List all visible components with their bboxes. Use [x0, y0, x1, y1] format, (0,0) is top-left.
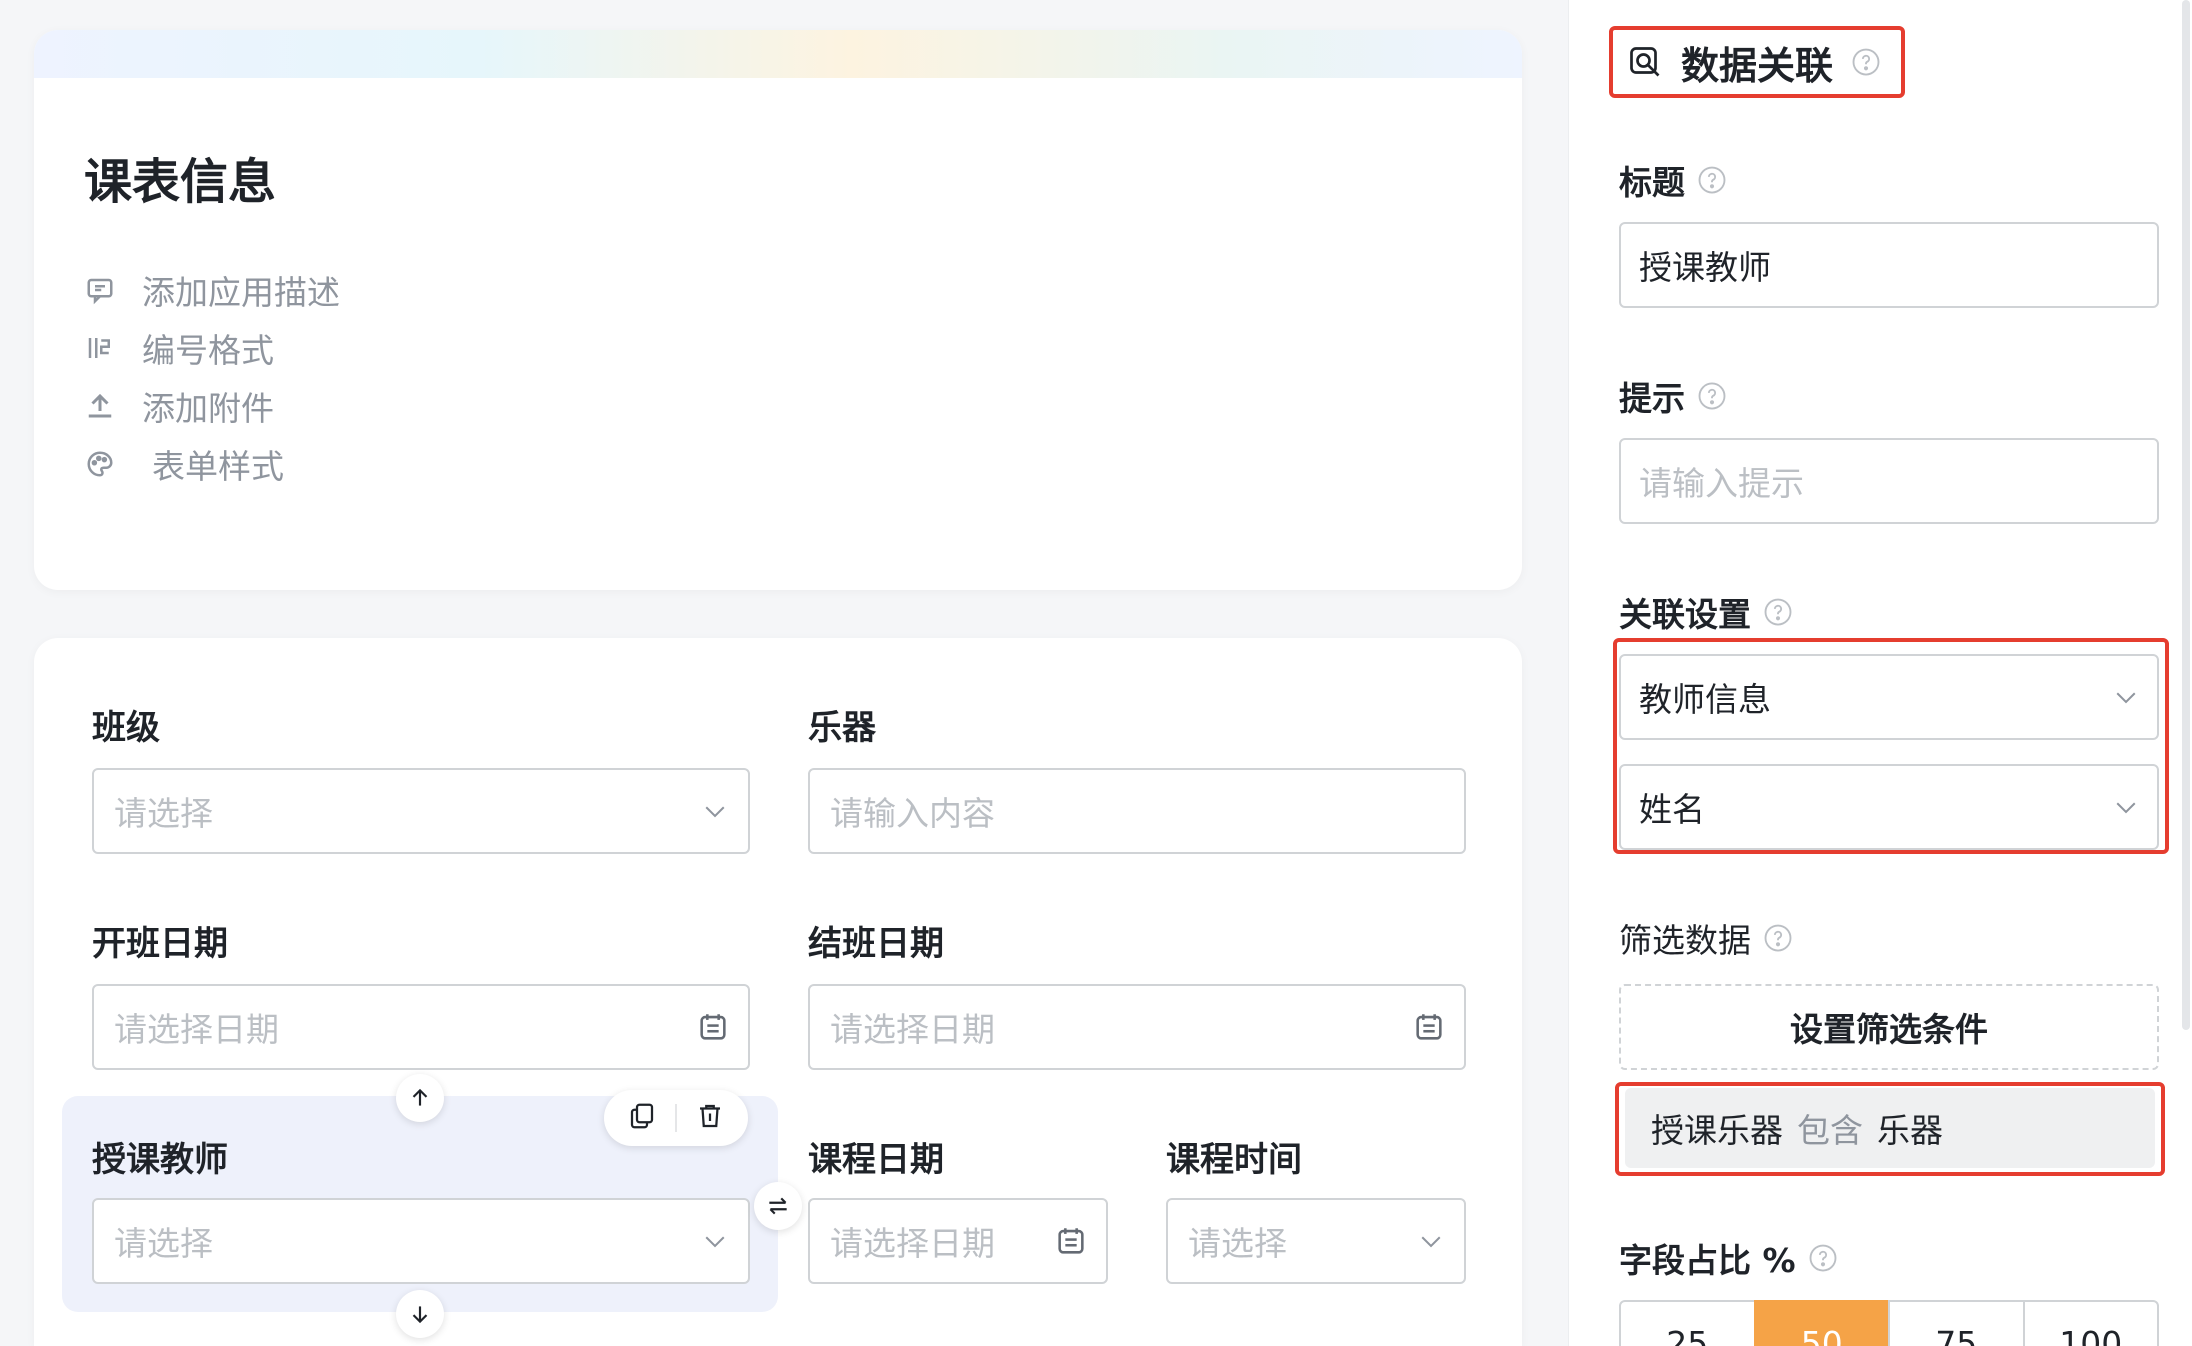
- form-header-card: 课表信息 添加应用描述 编号格式 添加附件 表单样式: [34, 30, 1522, 590]
- help-icon[interactable]: [1763, 923, 1793, 953]
- title-field-label: 标题: [1619, 156, 1727, 204]
- end-date-placeholder: 请选择日期: [830, 1010, 995, 1049]
- course-date-placeholder: 请选择日期: [830, 1224, 995, 1263]
- help-icon[interactable]: [1808, 1243, 1838, 1273]
- ratio-field-label: 字段占比 %: [1619, 1234, 1838, 1282]
- help-icon[interactable]: [1697, 381, 1727, 411]
- start-date-picker[interactable]: 请选择日期: [92, 984, 750, 1070]
- end-date-picker[interactable]: 请选择日期: [808, 984, 1466, 1070]
- ratio-option-50[interactable]: 50: [1753, 1300, 1890, 1346]
- ratio-segmented-control: 25 50 75 100: [1619, 1300, 2159, 1346]
- title-label-text: 标题: [1619, 163, 1685, 202]
- ratio-option-100[interactable]: 100: [2022, 1300, 2159, 1346]
- swap-icon: [769, 1197, 787, 1215]
- calendar-icon: [1054, 1224, 1088, 1258]
- start-date-placeholder: 请选择日期: [114, 1010, 279, 1049]
- field-toolbar: [604, 1090, 748, 1146]
- relation-table-value: 教师信息: [1639, 680, 1771, 719]
- hint-input[interactable]: 请输入提示: [1619, 438, 2159, 524]
- add-attachment-label: 添加附件: [142, 389, 274, 428]
- move-down-button[interactable]: [396, 1290, 444, 1338]
- set-filter-button[interactable]: 设置筛选条件: [1619, 984, 2159, 1070]
- comment-icon: [84, 274, 116, 306]
- toolbar-divider: [675, 1104, 677, 1132]
- course-time-placeholder: 请选择: [1188, 1224, 1287, 1263]
- course-date-label: 课程日期: [808, 1140, 944, 1180]
- condition-field: 授课乐器: [1651, 1111, 1783, 1150]
- panel-scrollbar[interactable]: [2182, 0, 2190, 1030]
- class-select[interactable]: 请选择: [92, 768, 750, 854]
- course-date-picker[interactable]: 请选择日期: [808, 1198, 1108, 1284]
- teacher-select[interactable]: 请选择: [92, 1198, 750, 1284]
- end-date-label: 结班日期: [808, 924, 944, 964]
- chevron-down-icon: [2111, 792, 2141, 822]
- filter-field-label: 筛选数据: [1619, 914, 1793, 962]
- title-input-value: 授课教师: [1639, 248, 1771, 287]
- numbering-format-item[interactable]: 编号格式: [84, 324, 274, 372]
- calendar-icon: [1412, 1010, 1446, 1044]
- relation-field-value: 姓名: [1639, 790, 1705, 829]
- calendar-icon: [696, 1010, 730, 1044]
- add-description-label: 添加应用描述: [142, 273, 340, 312]
- add-description-item[interactable]: 添加应用描述: [84, 266, 340, 314]
- arrow-up-icon: [412, 1088, 428, 1106]
- condition-value: 乐器: [1877, 1111, 1943, 1150]
- relation-field-select[interactable]: 姓名: [1619, 764, 2159, 850]
- property-panel: 数据关联 标题 授课教师 提示 请输入提示 关联设置 教师信息 姓名 筛选数据 …: [1568, 0, 2192, 1346]
- condition-operator: 包含: [1797, 1111, 1863, 1150]
- start-date-label: 开班日期: [92, 924, 228, 964]
- swap-width-button[interactable]: [754, 1182, 802, 1230]
- palette-icon: [84, 448, 116, 480]
- relation-field-label: 关联设置: [1619, 588, 1793, 636]
- help-icon[interactable]: [1763, 597, 1793, 627]
- ratio-option-75[interactable]: 75: [1888, 1300, 2025, 1346]
- add-attachment-item[interactable]: 添加附件: [84, 382, 274, 430]
- panel-title: 数据关联: [1681, 43, 1834, 88]
- teacher-label: 授课教师: [92, 1140, 228, 1180]
- help-icon[interactable]: [1697, 165, 1727, 195]
- relation-label-text: 关联设置: [1619, 595, 1751, 634]
- filter-condition[interactable]: 授课乐器 包含 乐器: [1625, 1088, 2155, 1168]
- chevron-down-icon: [1416, 1226, 1446, 1256]
- chevron-down-icon: [700, 796, 730, 826]
- form-style-item[interactable]: 表单样式: [84, 440, 284, 488]
- help-icon[interactable]: [1851, 47, 1881, 77]
- data-link-icon: [1627, 44, 1663, 80]
- arrow-down-icon: [412, 1306, 428, 1324]
- chevron-down-icon: [700, 1226, 730, 1256]
- hint-field-label: 提示: [1619, 372, 1727, 420]
- delete-button[interactable]: [695, 1101, 725, 1135]
- chevron-down-icon: [2111, 682, 2141, 712]
- title-input[interactable]: 授课教师: [1619, 222, 2159, 308]
- numbering-icon: [84, 332, 116, 364]
- form-title[interactable]: 课表信息: [84, 142, 276, 212]
- instrument-placeholder: 请输入内容: [830, 794, 995, 833]
- hint-label-text: 提示: [1619, 379, 1685, 418]
- header-gradient: [34, 30, 1522, 78]
- hint-placeholder: 请输入提示: [1639, 464, 1804, 503]
- ratio-label-text: 字段占比 %: [1619, 1241, 1796, 1280]
- ratio-option-25[interactable]: 25: [1619, 1300, 1756, 1346]
- trash-icon: [700, 1104, 720, 1128]
- course-time-select[interactable]: 请选择: [1166, 1198, 1466, 1284]
- teacher-placeholder: 请选择: [114, 1224, 213, 1263]
- relation-table-select[interactable]: 教师信息: [1619, 654, 2159, 740]
- class-label: 班级: [92, 708, 160, 748]
- move-up-button[interactable]: [396, 1074, 444, 1122]
- filter-label-text: 筛选数据: [1619, 921, 1751, 960]
- copy-icon: [630, 1103, 654, 1129]
- copy-button[interactable]: [627, 1101, 657, 1135]
- upload-icon: [84, 390, 116, 422]
- course-time-label: 课程时间: [1166, 1140, 1302, 1180]
- form-designer-canvas: 课表信息 添加应用描述 编号格式 添加附件 表单样式 班级 请选择 乐器 请输入…: [0, 0, 1568, 1346]
- class-placeholder: 请选择: [114, 794, 213, 833]
- panel-header: 数据关联: [1609, 26, 1905, 98]
- instrument-label: 乐器: [808, 708, 876, 748]
- numbering-format-label: 编号格式: [142, 331, 274, 370]
- form-style-label: 表单样式: [152, 447, 284, 486]
- instrument-input[interactable]: 请输入内容: [808, 768, 1466, 854]
